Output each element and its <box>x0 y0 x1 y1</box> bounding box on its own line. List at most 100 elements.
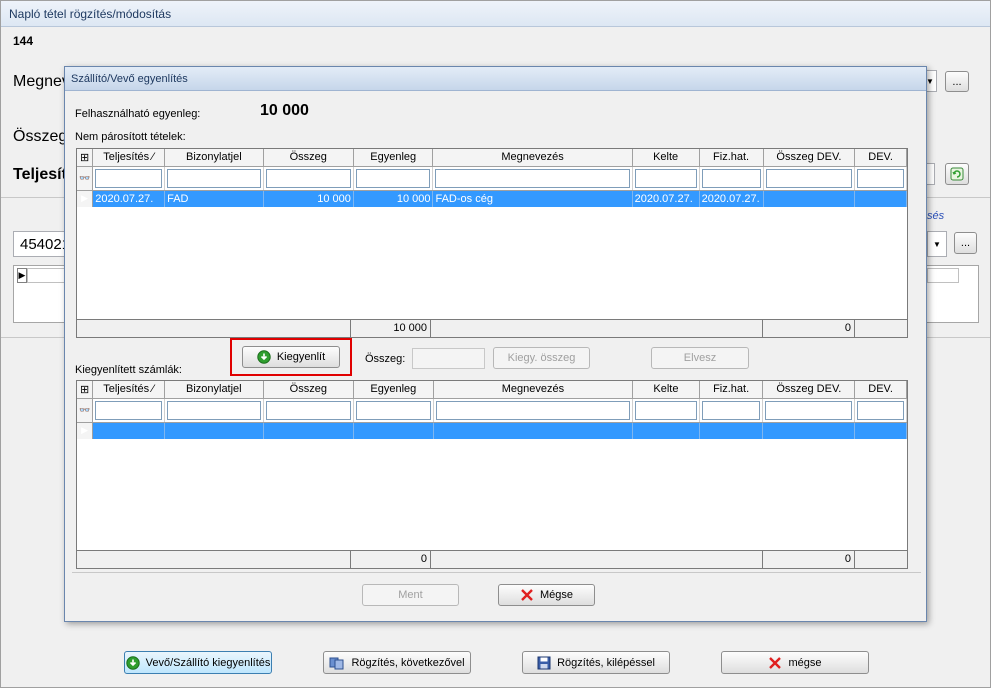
column-header[interactable]: Fiz.hat. <box>699 149 764 167</box>
dialog-title: Szállító/Vevő egyenlítés <box>71 73 188 85</box>
filter-cell[interactable] <box>353 398 434 423</box>
filter-cell[interactable] <box>433 398 634 423</box>
column-header[interactable]: Megnevezés <box>432 149 633 167</box>
footer-egyenleg-total: 10 000 <box>351 320 431 337</box>
megnevezes-browse-button[interactable]: ... <box>945 71 969 92</box>
filter-cell[interactable] <box>762 398 856 423</box>
column-header[interactable]: Egyenleg <box>353 149 434 167</box>
filter-cell[interactable] <box>263 166 354 191</box>
window-title: Napló tétel rögzítés/módosítás <box>9 7 172 21</box>
lines-row-cell[interactable] <box>27 268 65 283</box>
account-browse-button[interactable]: ... <box>954 232 977 254</box>
filter-cell[interactable] <box>632 398 700 423</box>
column-header[interactable]: Összeg DEV. <box>762 381 856 399</box>
filter-cell[interactable] <box>164 166 264 191</box>
dialog-body: Felhasználható egyenleg: 10 000 Nem páro… <box>72 92 921 616</box>
column-header[interactable]: Összeg DEV. <box>763 149 856 167</box>
filter-cell[interactable] <box>699 166 764 191</box>
cell-megnevezes[interactable]: FAD-os cég <box>432 190 633 207</box>
footer-cell <box>431 320 763 337</box>
column-header[interactable]: Bizonylatjel <box>164 149 264 167</box>
label-teljesites: Teljesít <box>13 166 67 183</box>
amount-input[interactable] <box>412 348 485 369</box>
cell-osszeg-dev[interactable] <box>763 190 856 207</box>
column-header[interactable]: Bizonylatjel <box>164 381 264 399</box>
remove-button[interactable]: Elvesz <box>651 347 749 369</box>
column-header[interactable]: Kelte <box>632 149 700 167</box>
filter-cell[interactable] <box>854 166 907 191</box>
settle-button[interactable]: Vevő/Szállító kiegyenlítés <box>124 651 272 674</box>
cell-fizhat[interactable]: 2020.07.27. <box>699 190 764 207</box>
empty-cell[interactable] <box>164 422 264 439</box>
record-next-button[interactable]: Rögzítés, következővel <box>323 651 471 674</box>
kiegyenlit-button-label: Kiegyenlít <box>276 351 326 363</box>
column-header[interactable]: DEV. <box>854 381 907 399</box>
check-circle-icon <box>257 350 271 364</box>
column-header[interactable]: DEV. <box>854 149 907 167</box>
column-header[interactable]: Teljesítés ⁄ <box>92 149 166 167</box>
settle-amount-button-label: Kiegy. összeg <box>507 352 576 364</box>
settled-table: ⊞ Teljesítés ⁄ Bizonylatjel Összeg Egyen… <box>77 381 907 439</box>
record-exit-button[interactable]: Rögzítés, kilépéssel <box>522 651 670 674</box>
window-titlebar: Napló tétel rögzítés/módosítás <box>1 1 990 27</box>
empty-cell[interactable] <box>353 422 434 439</box>
empty-cell[interactable] <box>433 422 634 439</box>
cell-teljesites[interactable]: 2020.07.27. <box>92 190 166 207</box>
footer-egyenleg-total: 0 <box>351 551 431 568</box>
label-osszeg: Összeg <box>13 128 68 145</box>
table-row[interactable]: ▶ <box>77 422 907 439</box>
filter-cell[interactable] <box>763 166 856 191</box>
filter-cell[interactable] <box>92 398 166 423</box>
save-button[interactable]: Ment <box>362 584 459 606</box>
label-megnevezes: Megnev <box>13 73 70 90</box>
account-dropdown-arrow[interactable]: ▼ <box>927 231 947 257</box>
row-pointer-icon: ▶ <box>77 422 94 439</box>
dialog-cancel-button[interactable]: Mégse <box>498 584 595 606</box>
details-link[interactable]: sés <box>927 210 944 222</box>
save-disk-icon <box>537 656 551 669</box>
cell-osszeg[interactable]: 10 000 <box>263 190 354 207</box>
empty-cell[interactable] <box>92 422 166 439</box>
column-header[interactable]: Fiz.hat. <box>699 381 764 399</box>
cell-bizonylatjel[interactable]: FAD <box>164 190 264 207</box>
dialog-titlebar: Szállító/Vevő egyenlítés <box>65 67 926 91</box>
filter-cell[interactable] <box>699 398 764 423</box>
grid-settings-icon[interactable]: ⊞ <box>77 381 94 399</box>
column-header[interactable]: Összeg <box>263 149 354 167</box>
filter-cell[interactable] <box>263 398 355 423</box>
cell-egyenleg[interactable]: 10 000 <box>353 190 434 207</box>
unpaired-footer: 10 000 0 <box>77 319 907 337</box>
lines-row-cell-right[interactable] <box>927 268 959 283</box>
empty-cell[interactable] <box>762 422 856 439</box>
close-x-icon <box>521 589 533 601</box>
column-header-label: Teljesítés <box>103 151 150 164</box>
unpaired-table: ⊞ Teljesítés ⁄ Bizonylatjel Összeg Egyen… <box>77 149 907 207</box>
filter-cell[interactable] <box>632 166 700 191</box>
check-circle-icon <box>125 655 140 670</box>
settle-amount-button[interactable]: Kiegy. összeg <box>493 347 590 369</box>
column-header[interactable]: Egyenleg <box>353 381 434 399</box>
record-number: 144 <box>13 34 34 48</box>
column-header[interactable]: Kelte <box>632 381 700 399</box>
filter-cell[interactable] <box>432 166 633 191</box>
refresh-button[interactable] <box>945 163 969 185</box>
column-header[interactable]: Megnevezés <box>433 381 634 399</box>
filter-cell[interactable] <box>854 398 907 423</box>
column-header[interactable]: Összeg <box>263 381 355 399</box>
empty-cell[interactable] <box>699 422 764 439</box>
kiegyenlit-button[interactable]: Kiegyenlít <box>242 346 340 368</box>
cell-dev[interactable] <box>854 190 907 207</box>
dialog-cancel-button-label: Mégse <box>539 589 574 601</box>
empty-cell[interactable] <box>263 422 355 439</box>
column-header[interactable]: Teljesítés ⁄ <box>92 381 166 399</box>
filter-cell[interactable] <box>92 166 166 191</box>
filter-cell[interactable] <box>353 166 434 191</box>
empty-cell[interactable] <box>632 422 700 439</box>
grid-settings-icon[interactable]: ⊞ <box>77 149 94 167</box>
filter-cell[interactable] <box>164 398 264 423</box>
unpaired-header-row: ⊞ Teljesítés ⁄ Bizonylatjel Összeg Egyen… <box>77 149 907 167</box>
cell-kelte[interactable]: 2020.07.27. <box>632 190 700 207</box>
cancel-main-button[interactable]: mégse <box>721 651 869 674</box>
empty-cell[interactable] <box>854 422 907 439</box>
table-row[interactable]: ▶ 2020.07.27. FAD 10 000 10 000 FAD-os c… <box>77 190 907 207</box>
